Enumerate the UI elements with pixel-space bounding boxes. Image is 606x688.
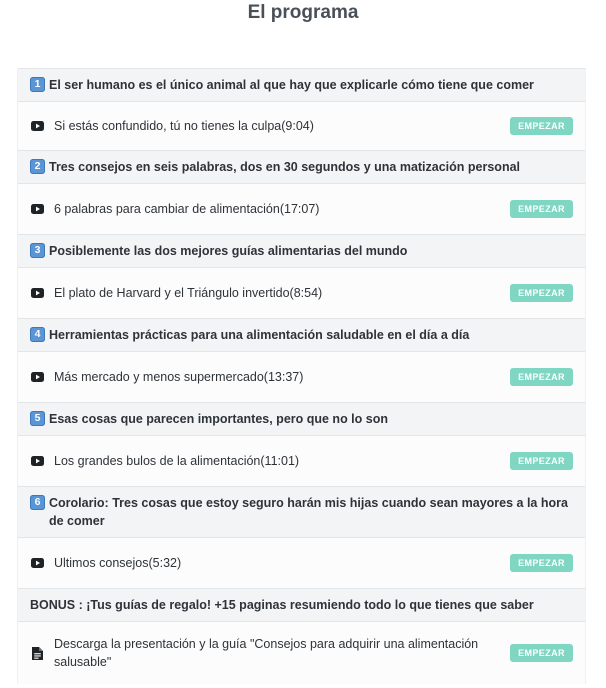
- lesson-title[interactable]: 6 palabras para cambiar de alimentación(…: [54, 200, 510, 218]
- section-header[interactable]: BONUS : ¡Tus guías de regalo! +15 pagina…: [18, 588, 585, 622]
- lesson-row[interactable]: Los grandes bulos de la alimentación(11:…: [18, 436, 585, 486]
- video-icon: [30, 370, 44, 384]
- number-badge: 2: [30, 159, 45, 174]
- lesson-title[interactable]: Más mercado y menos supermercado(13:37): [54, 368, 510, 386]
- section-title: Posiblemente las dos mejores guías alime…: [49, 244, 408, 258]
- start-button[interactable]: EMPEZAR: [510, 368, 573, 386]
- number-badge: 5: [30, 411, 45, 426]
- section-title: Herramientas prácticas para una alimenta…: [49, 328, 470, 342]
- section-title: El ser humano es el único animal al que …: [49, 78, 534, 92]
- document-icon: [30, 646, 44, 660]
- lesson-title[interactable]: El plato de Harvard y el Triángulo inver…: [54, 284, 510, 302]
- page-title: El programa: [247, 2, 359, 23]
- start-button[interactable]: EMPEZAR: [510, 554, 573, 572]
- video-icon: [30, 202, 44, 216]
- section-6: 6 Corolario: Tres cosas que estoy seguro…: [17, 486, 586, 588]
- lesson-title[interactable]: Los grandes bulos de la alimentación(11:…: [54, 452, 510, 470]
- lesson-row[interactable]: El plato de Harvard y el Triángulo inver…: [18, 268, 585, 318]
- section-title: Tres consejos en seis palabras, dos en 3…: [49, 160, 521, 174]
- lesson-row[interactable]: Descarga la presentación y la guía "Cons…: [18, 622, 585, 684]
- lesson-title[interactable]: Descarga la presentación y la guía "Cons…: [54, 635, 510, 671]
- section-header[interactable]: 6 Corolario: Tres cosas que estoy seguro…: [18, 486, 585, 538]
- start-button[interactable]: EMPEZAR: [510, 644, 573, 662]
- section-title: BONUS : ¡Tus guías de regalo! +15 pagina…: [30, 598, 534, 612]
- number-badge: 1: [30, 77, 45, 92]
- lesson-row[interactable]: Más mercado y menos supermercado(13:37) …: [18, 352, 585, 402]
- start-button[interactable]: EMPEZAR: [510, 117, 573, 135]
- section-header[interactable]: 3 Posiblemente las dos mejores guías ali…: [18, 234, 585, 268]
- number-badge: 4: [30, 327, 45, 342]
- lesson-row[interactable]: Si estás confundido, tú no tienes la cul…: [18, 102, 585, 150]
- video-icon: [30, 286, 44, 300]
- video-icon: [30, 119, 44, 133]
- video-icon: [30, 454, 44, 468]
- section-header[interactable]: 5 Esas cosas que parecen importantes, pe…: [18, 402, 585, 436]
- section-header[interactable]: 4 Herramientas prácticas para una alimen…: [18, 318, 585, 352]
- lesson-row[interactable]: Ultimos consejos(5:32) EMPEZAR: [18, 538, 585, 588]
- section-title: Esas cosas que parecen importantes, pero…: [49, 412, 388, 426]
- start-button[interactable]: EMPEZAR: [510, 284, 573, 302]
- start-button[interactable]: EMPEZAR: [510, 452, 573, 470]
- number-badge: 3: [30, 243, 45, 258]
- section-2: 2 Tres consejos en seis palabras, dos en…: [17, 150, 586, 234]
- section-1: 1 El ser humano es el único animal al qu…: [17, 68, 586, 150]
- section-header[interactable]: 1 El ser humano es el único animal al qu…: [18, 68, 585, 102]
- section-5: 5 Esas cosas que parecen importantes, pe…: [17, 402, 586, 486]
- program-list: 1 El ser humano es el único animal al qu…: [17, 68, 586, 684]
- section-3: 3 Posiblemente las dos mejores guías ali…: [17, 234, 586, 318]
- lesson-title[interactable]: Ultimos consejos(5:32): [54, 554, 510, 572]
- section-title: Corolario: Tres cosas que estoy seguro h…: [49, 496, 568, 528]
- lesson-row[interactable]: 6 palabras para cambiar de alimentación(…: [18, 184, 585, 234]
- section-4: 4 Herramientas prácticas para una alimen…: [17, 318, 586, 402]
- start-button[interactable]: EMPEZAR: [510, 200, 573, 218]
- video-icon: [30, 556, 44, 570]
- lesson-title[interactable]: Si estás confundido, tú no tienes la cul…: [54, 117, 510, 135]
- number-badge: 6: [30, 495, 45, 510]
- section-header[interactable]: 2 Tres consejos en seis palabras, dos en…: [18, 150, 585, 184]
- section-bonus: BONUS : ¡Tus guías de regalo! +15 pagina…: [17, 588, 586, 684]
